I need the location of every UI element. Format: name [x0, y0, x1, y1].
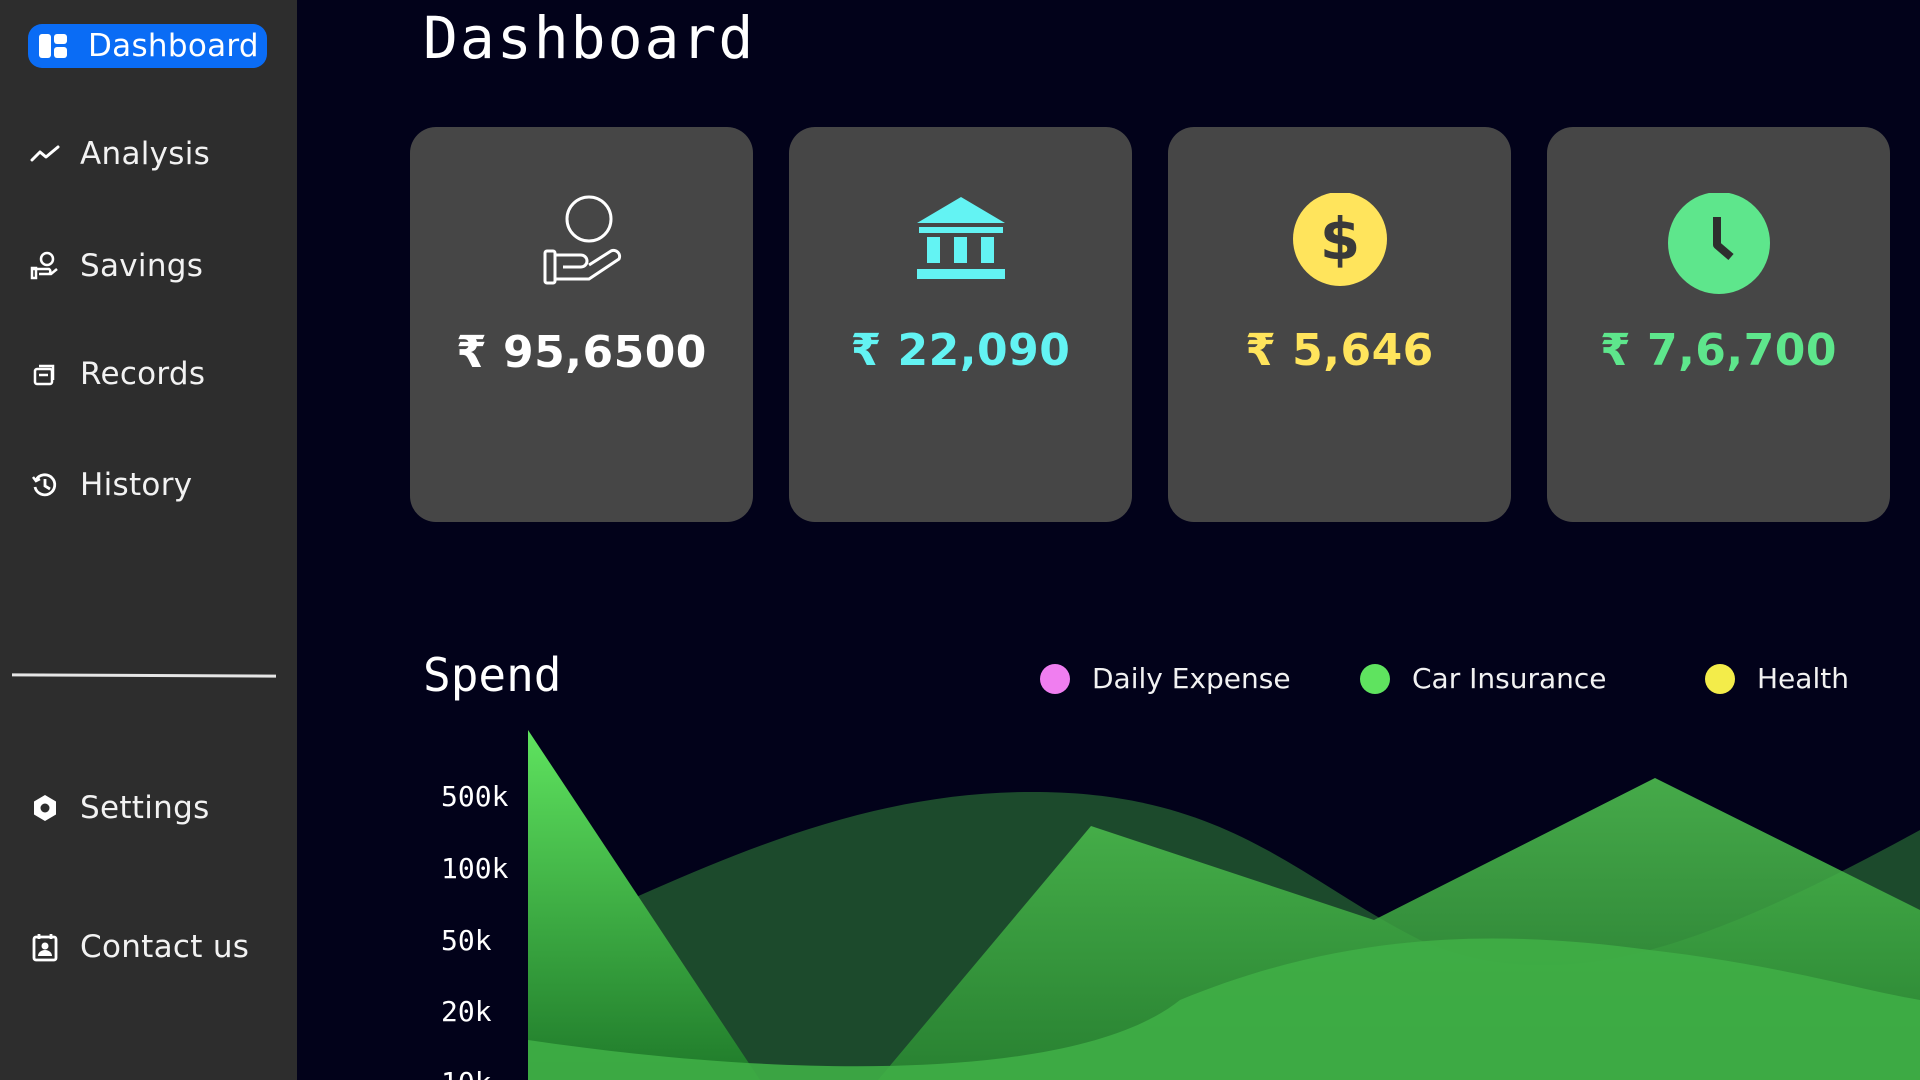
history-icon	[28, 468, 62, 502]
spend-area-chart: 500k 100k 50k 20k 10k	[441, 730, 1920, 1080]
contact-icon	[28, 930, 62, 964]
card-bank[interactable]: ₹ 22,090	[789, 127, 1132, 522]
y-tick-label: 10k	[441, 1066, 492, 1080]
sidebar-item-dashboard[interactable]: Dashboard	[28, 24, 267, 68]
legend-car-insurance[interactable]: Car Insurance	[1360, 662, 1607, 695]
sidebar-item-contact[interactable]: Contact us	[28, 929, 249, 965]
sidebar: Dashboard Analysis Savings Records Histo…	[0, 0, 297, 1080]
sidebar-divider	[11, 673, 277, 678]
y-tick-label: 50k	[441, 924, 492, 957]
svg-text:$: $	[1319, 205, 1359, 273]
spend-title: Spend	[423, 648, 562, 702]
dashboard-icon	[36, 29, 70, 63]
card-amount: ₹ 22,090	[850, 325, 1071, 376]
records-icon	[28, 357, 62, 391]
sidebar-item-label: Savings	[80, 248, 204, 284]
sidebar-item-label: Settings	[80, 790, 210, 826]
sidebar-item-savings[interactable]: Savings	[28, 248, 203, 284]
card-savings[interactable]: ₹ 95,6500	[410, 127, 753, 522]
legend-health[interactable]: Health	[1705, 662, 1849, 695]
legend-label: Daily Expense	[1092, 662, 1291, 695]
sidebar-item-label: Dashboard	[88, 28, 259, 64]
card-amount: ₹ 5,646	[1245, 325, 1434, 376]
sidebar-item-label: Analysis	[80, 136, 211, 172]
card-amount: ₹ 7,6,700	[1600, 325, 1837, 376]
card-amount: ₹ 95,6500	[456, 327, 707, 378]
legend-dot	[1040, 663, 1070, 694]
settings-icon	[28, 791, 62, 825]
sidebar-item-label: History	[80, 467, 193, 503]
trend-icon	[28, 137, 62, 171]
legend-daily-expense[interactable]: Daily Expense	[1040, 662, 1291, 695]
savings-icon	[28, 249, 62, 283]
hand-coin-icon	[410, 193, 753, 293]
legend-label: Health	[1757, 662, 1849, 695]
sidebar-item-label: Records	[80, 356, 206, 392]
bank-icon	[789, 193, 1132, 293]
card-clock[interactable]: ₹ 7,6,700	[1547, 127, 1890, 522]
page-title: Dashboard	[423, 4, 756, 72]
y-tick-label: 20k	[441, 995, 492, 1028]
sidebar-item-analysis[interactable]: Analysis	[28, 136, 210, 172]
sidebar-item-records[interactable]: Records	[28, 356, 205, 392]
legend-dot	[1705, 663, 1735, 694]
sidebar-item-label: Contact us	[80, 929, 250, 965]
clock-icon	[1547, 193, 1890, 294]
card-dollar[interactable]: $ ₹ 5,646	[1168, 127, 1511, 522]
legend-dot	[1360, 663, 1390, 694]
y-tick-label: 100k	[441, 852, 509, 885]
sidebar-item-history[interactable]: History	[28, 467, 192, 503]
dollar-icon: $	[1168, 193, 1511, 293]
legend-label: Car Insurance	[1412, 662, 1607, 695]
sidebar-item-settings[interactable]: Settings	[28, 790, 210, 826]
y-tick-label: 500k	[441, 780, 509, 813]
